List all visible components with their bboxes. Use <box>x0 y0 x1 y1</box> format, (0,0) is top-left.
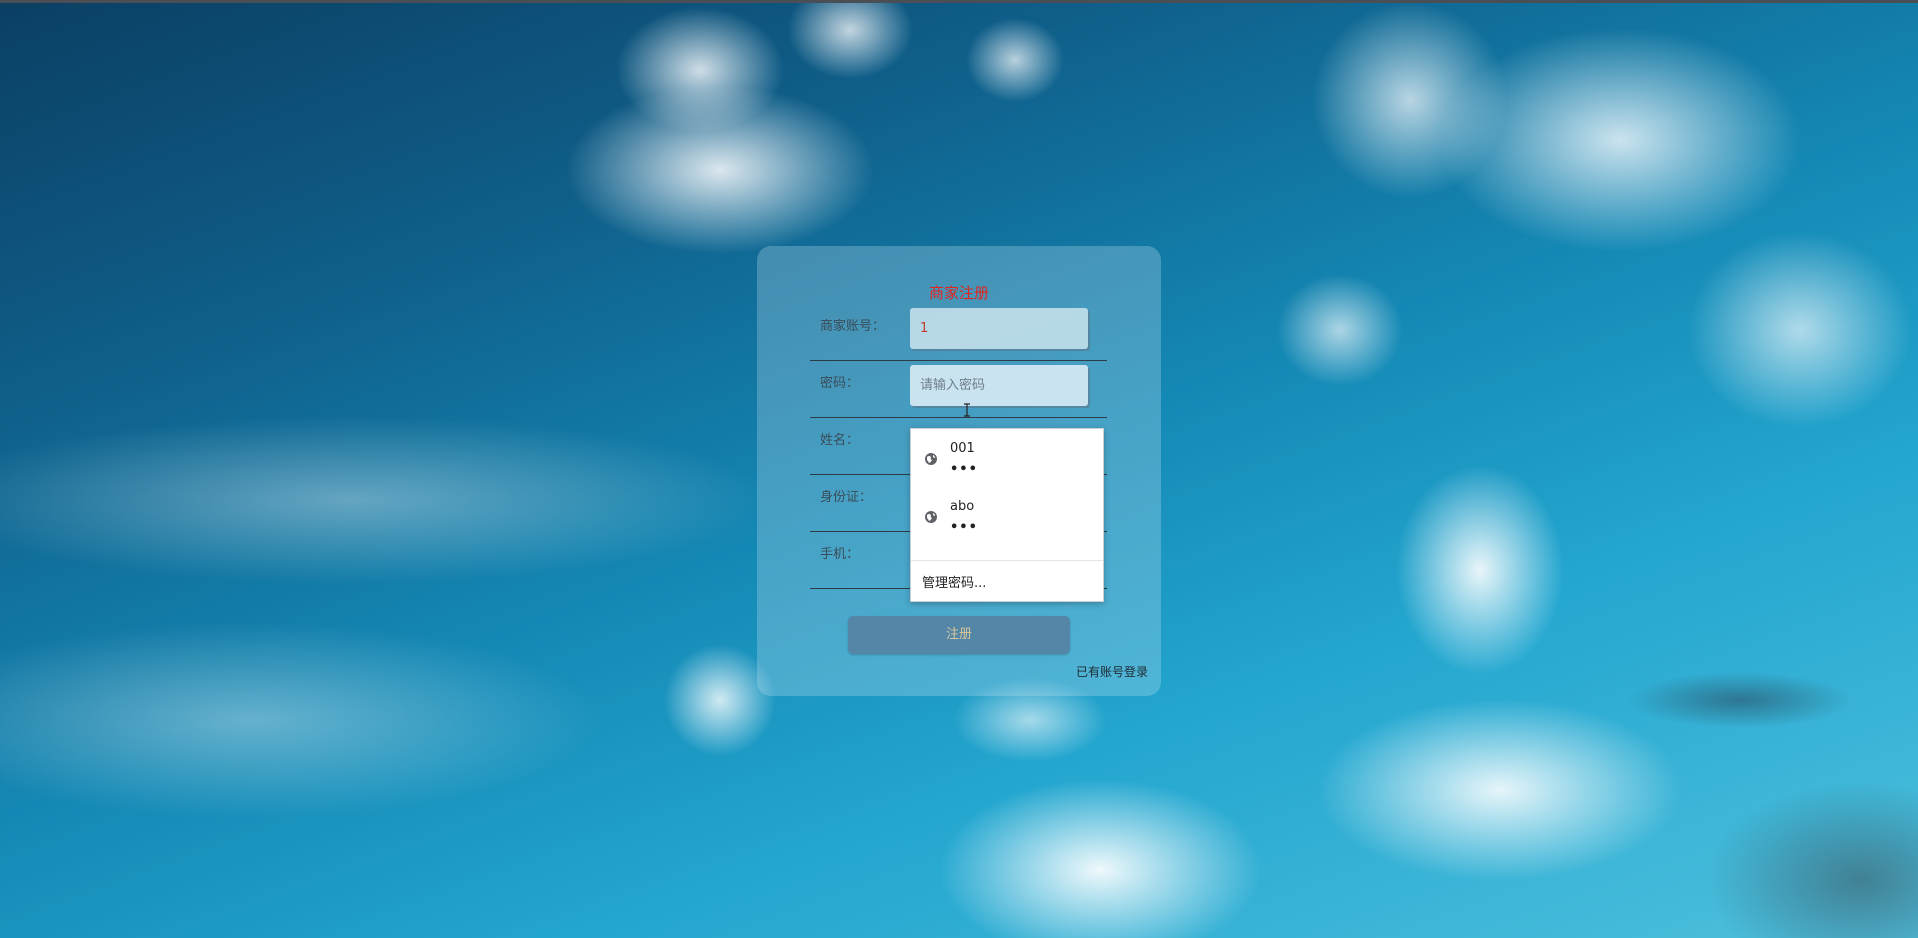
register-button[interactable]: 注册 <box>848 616 1070 654</box>
field-row-password: 密码： <box>810 360 1107 418</box>
password-autofill-dropdown: 001 ••• abo ••• 管理密码... <box>910 428 1104 602</box>
form-title: 商家注册 <box>928 284 989 302</box>
password-input[interactable] <box>910 365 1088 406</box>
phone-label: 手机： <box>820 547 860 562</box>
autofill-username: 001 <box>950 441 975 456</box>
field-row-account: 商家账号： 1 <box>810 303 1107 361</box>
autofill-password-mask: ••• <box>950 462 978 477</box>
globe-icon <box>925 453 937 465</box>
id-card-label: 身份证： <box>820 490 873 505</box>
name-label: 姓名： <box>820 433 860 448</box>
autofill-entry[interactable]: 001 ••• <box>911 429 1103 487</box>
autofill-password-mask: ••• <box>950 520 978 535</box>
dropdown-divider <box>911 560 1103 561</box>
password-label: 密码： <box>820 376 860 391</box>
autofill-username: abo <box>950 499 975 514</box>
globe-icon <box>925 511 937 523</box>
autofill-entry[interactable]: abo ••• <box>911 487 1103 545</box>
account-input[interactable]: 1 <box>910 308 1088 349</box>
login-link[interactable]: 已有账号登录 <box>1076 663 1148 680</box>
text-cursor-icon <box>964 403 970 417</box>
window-top-edge <box>0 0 1918 3</box>
account-label: 商家账号： <box>820 319 886 334</box>
manage-passwords-link[interactable]: 管理密码... <box>922 572 986 591</box>
